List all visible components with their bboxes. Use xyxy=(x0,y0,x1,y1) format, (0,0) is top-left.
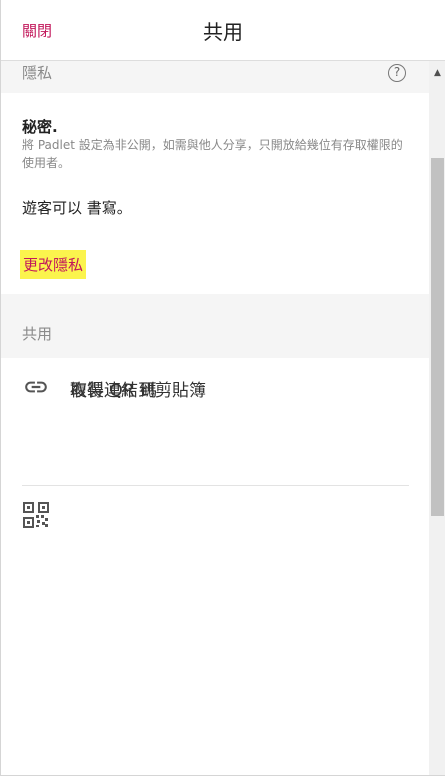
qr-code-option[interactable]: 取得 QR 碼 xyxy=(1,381,429,545)
share-dialog: 關閉 共用 隱私 ? 秘密. 將 Padlet 設定為非公開，如需與他人分享，只… xyxy=(0,0,445,776)
privacy-description: 將 Padlet 設定為非公開，如需與他人分享，只開放給幾位有存取權限的使用者。 xyxy=(22,138,403,170)
dialog-content[interactable]: 隱私 ? 秘密. 將 Padlet 設定為非公開，如需與他人分享，只開放給幾位有… xyxy=(1,61,429,775)
qr-code-icon xyxy=(23,502,49,528)
scroll-up-arrow-icon[interactable]: ▲ xyxy=(429,65,445,82)
dialog-title: 共用 xyxy=(203,20,243,44)
privacy-section-header: 隱私 ? xyxy=(1,61,429,93)
share-section-header: 共用 xyxy=(1,294,429,358)
qr-code-label: 取得 QR 碼 xyxy=(70,381,158,401)
visitor-permission-text: 遊客可以 書寫。 xyxy=(22,199,132,217)
link-icon xyxy=(23,374,49,400)
help-icon[interactable]: ? xyxy=(388,64,406,82)
privacy-panel: 秘密. 將 Padlet 設定為非公開，如需與他人分享，只開放給幾位有存取權限的… xyxy=(1,93,429,294)
privacy-section-label: 隱私 xyxy=(22,64,53,82)
privacy-level-title: 秘密. xyxy=(22,118,58,136)
share-section-label: 共用 xyxy=(22,325,53,343)
scrollbar-thumb[interactable] xyxy=(431,158,444,516)
dialog-header: 關閉 共用 xyxy=(1,0,445,61)
copy-link-option[interactable]: 複製連結到剪貼簿 xyxy=(1,358,429,417)
vertical-scrollbar[interactable]: ▲ xyxy=(429,61,445,775)
change-privacy-link[interactable]: 更改隱私 xyxy=(20,250,87,279)
